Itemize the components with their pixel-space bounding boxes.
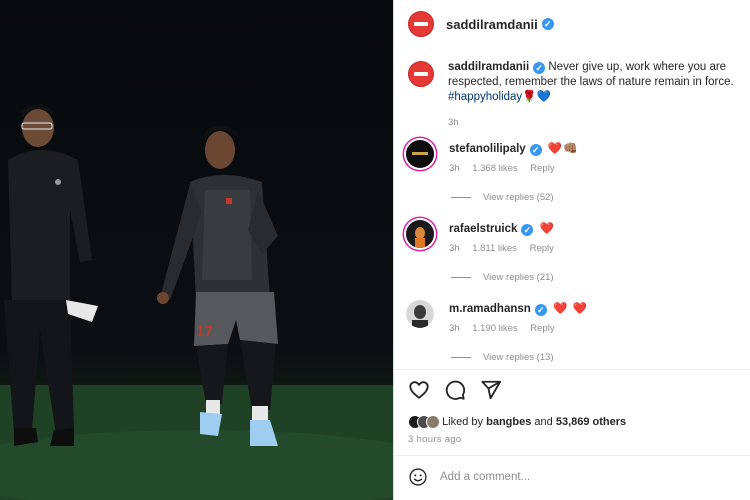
liked-by-others[interactable]: 53,869 others [556, 416, 626, 428]
view-replies-label: View replies (21) [483, 272, 554, 283]
commenter-avatar[interactable] [406, 300, 434, 328]
verified-badge-icon: ✓ [534, 304, 547, 316]
liker-avatar [426, 415, 440, 429]
profile-avatar[interactable] [408, 11, 434, 37]
view-replies-button[interactable]: View replies (52) [451, 192, 554, 203]
view-replies-button[interactable]: View replies (13) [451, 352, 554, 363]
comment-time: 3h [449, 323, 460, 334]
comment-item: rafaelstruick ✓ ❤️ 3h 1.811 likes Reply V… [394, 216, 750, 296]
reply-button[interactable]: Reply [530, 243, 554, 254]
liked-by: Liked by bangbes and 53,869 others [408, 414, 626, 430]
caption-hashtag[interactable]: #happyholiday [448, 91, 522, 103]
caption-username[interactable]: saddilramdanii [448, 61, 529, 73]
liked-by-user[interactable]: bangbes [486, 416, 531, 428]
comment-item: m.ramadhansn ✓ ❤️ ❤️ 3h 1.190 likes Reply… [394, 296, 750, 376]
svg-text:17: 17 [196, 323, 213, 340]
comment-item: stefanolilipaly ✓ ❤️👊🏽 3h 1.368 likes Rep… [394, 136, 750, 216]
comment-username[interactable]: stefanolilipaly [449, 143, 526, 155]
comment-username[interactable]: m.ramadhansn [449, 303, 531, 315]
actions-divider [394, 369, 750, 370]
caption-emoji: 🌹💙 [522, 91, 551, 103]
comment-box-divider [394, 455, 750, 456]
share-icon[interactable] [480, 379, 502, 401]
heart-icon[interactable] [408, 379, 430, 401]
view-replies-label: View replies (13) [483, 352, 554, 363]
comment-text: ❤️ ❤️ [553, 303, 588, 315]
comment-likes[interactable]: 1.190 likes [472, 323, 517, 334]
replies-divider [451, 357, 471, 358]
view-replies-button[interactable]: View replies (21) [451, 272, 554, 283]
football-training-scene: 17 [0, 104, 393, 500]
post-timestamp: 3 hours ago [408, 434, 462, 445]
comment-text: ❤️👊🏽 [547, 143, 579, 155]
emoji-icon[interactable] [408, 467, 428, 487]
view-replies-label: View replies (52) [483, 192, 554, 203]
comment-time: 3h [449, 163, 460, 174]
post-header: saddilramdanii ✓ [394, 0, 750, 48]
verified-badge-icon: ✓ [541, 18, 554, 30]
caption-avatar[interactable] [408, 61, 434, 87]
commenter-avatar[interactable] [406, 140, 434, 168]
reply-button[interactable]: Reply [530, 163, 554, 174]
post-caption: saddilramdanii ✓ Never give up, work wher… [408, 60, 750, 130]
comment-username[interactable]: rafaelstruick [449, 223, 517, 235]
comment-text: ❤️ [539, 223, 555, 235]
post-side-panel: saddilramdanii ✓ saddilramdanii ✓ Never g… [393, 0, 750, 500]
comment-input[interactable] [440, 471, 720, 483]
liked-by-joiner: and [534, 416, 553, 428]
comment-likes[interactable]: 1.811 likes [472, 243, 517, 254]
comment-likes[interactable]: 1.368 likes [472, 163, 517, 174]
replies-divider [451, 277, 471, 278]
verified-badge-icon: ✓ [533, 62, 546, 74]
header-username[interactable]: saddilramdanii [446, 17, 538, 32]
replies-divider [451, 197, 471, 198]
verified-badge-icon: ✓ [529, 144, 542, 156]
comment-time: 3h [449, 243, 460, 254]
liker-avatars[interactable] [408, 415, 440, 429]
post-photo[interactable]: 17 [0, 0, 393, 500]
liked-by-prefix: Liked by [442, 416, 484, 428]
verified-badge-icon: ✓ [521, 224, 534, 236]
caption-time: 3h [448, 117, 459, 128]
post-actions [408, 379, 502, 401]
commenter-avatar[interactable] [406, 220, 434, 248]
add-comment-bar [408, 466, 738, 488]
comment-icon[interactable] [444, 379, 466, 401]
reply-button[interactable]: Reply [530, 323, 554, 334]
